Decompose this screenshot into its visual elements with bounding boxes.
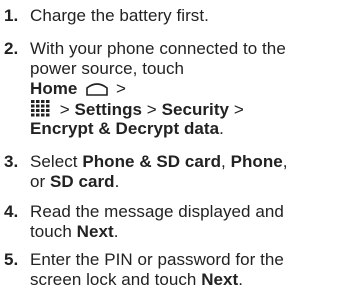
- settings-label: Settings: [74, 100, 143, 119]
- encrypt-decrypt-label: Encrypt & Decrypt data: [30, 119, 220, 138]
- instruction-steps: 1. Charge the battery first. 2. With you…: [0, 0, 337, 290]
- step-2-intro: With your phone connected to the power s…: [30, 39, 286, 78]
- step-number: 1.: [4, 6, 19, 25]
- step-number: 4.: [4, 202, 19, 221]
- step-number: 2.: [4, 39, 19, 58]
- home-label: Home: [30, 79, 78, 98]
- step-number: 5.: [4, 250, 19, 269]
- step-text: Enter the PIN or password for the screen…: [30, 250, 284, 289]
- next-label: Next: [76, 222, 114, 241]
- path-separator: >: [233, 100, 244, 119]
- step-number: 3.: [4, 152, 19, 171]
- path-separator: >: [59, 100, 70, 119]
- option-sd-card: SD card: [50, 172, 115, 191]
- next-label: Next: [201, 270, 239, 289]
- path-separator: >: [146, 100, 157, 119]
- option-phone-sd-card: Phone & SD card: [82, 152, 222, 171]
- option-phone: Phone: [230, 152, 283, 171]
- home-icon: [85, 80, 109, 101]
- step-text: Charge the battery first.: [30, 6, 209, 25]
- step-text: With your phone connected to the power s…: [30, 39, 335, 79]
- step-text: Read the message displayed and touch Nex…: [30, 202, 284, 241]
- step-text: Select Phone & SD card, Phone, or SD car…: [30, 152, 288, 191]
- security-label: Security: [161, 100, 230, 119]
- path-separator: >: [116, 79, 126, 98]
